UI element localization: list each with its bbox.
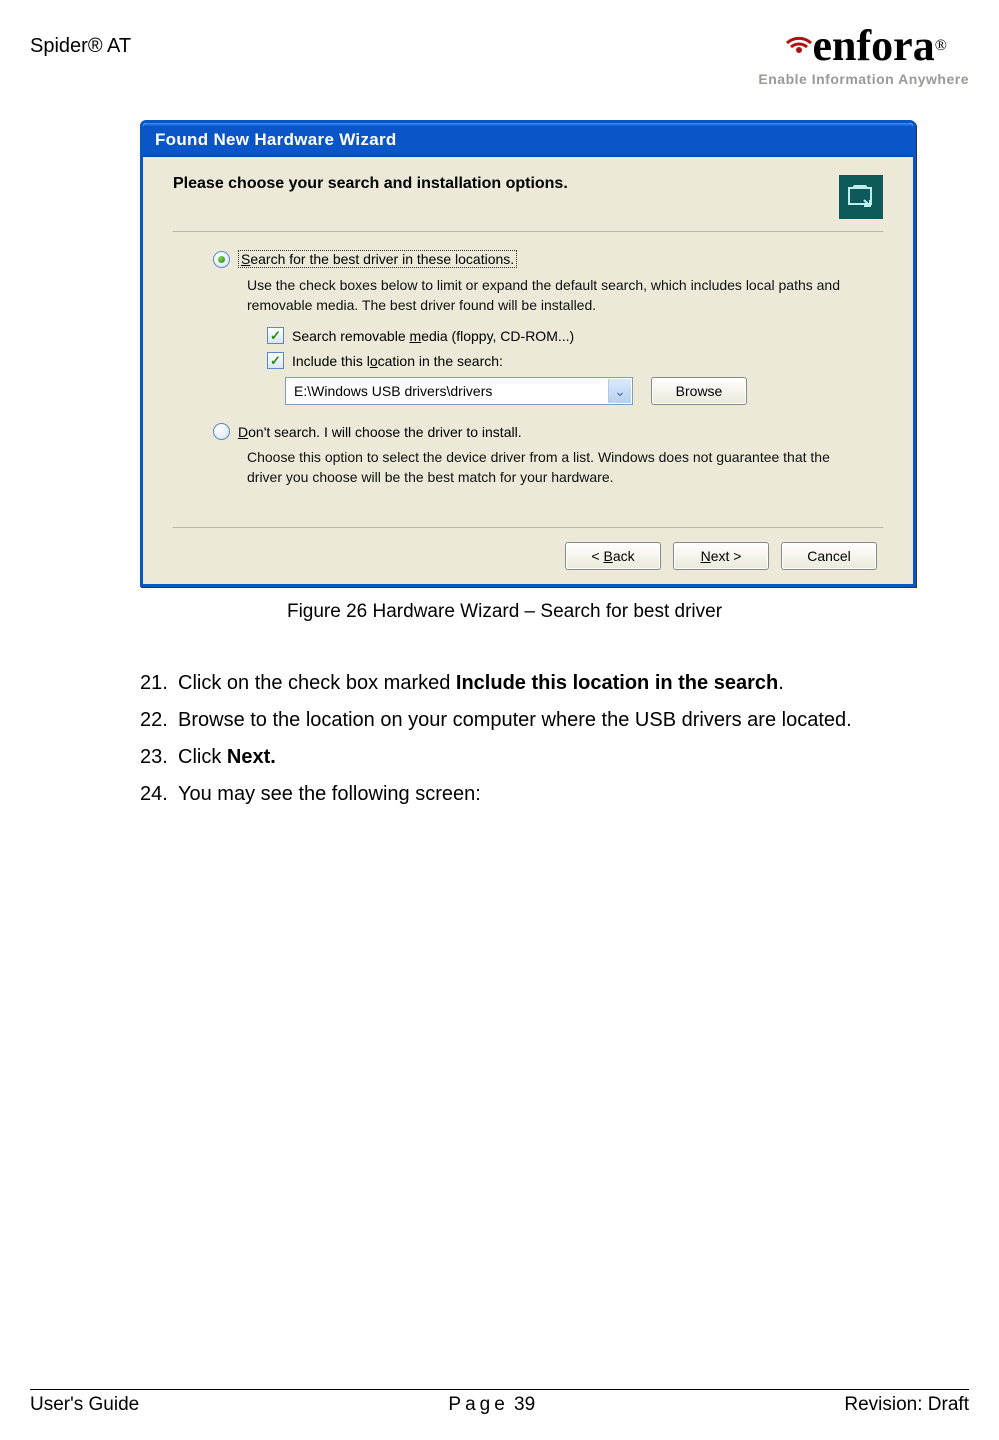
option2-description: Choose this option to select the device … bbox=[247, 448, 853, 487]
step-text: You may see the following screen: bbox=[178, 776, 481, 813]
step-text: Browse to the location on your computer … bbox=[178, 702, 852, 739]
radio-search-locations[interactable]: Search for the best driver in these loca… bbox=[213, 250, 883, 268]
company-logo: enfora® Enable Information Anywhere bbox=[758, 20, 969, 87]
dialog-titlebar: Found New Hardware Wizard bbox=[143, 123, 913, 157]
step-21: 21. Click on the check box marked Includ… bbox=[140, 665, 869, 702]
radio-icon bbox=[213, 423, 230, 440]
checkbox-removable-label: Search removable media (floppy, CD-ROM..… bbox=[292, 328, 574, 344]
instruction-steps: 21. Click on the check box marked Includ… bbox=[140, 665, 869, 813]
driver-path-value: E:\Windows USB drivers\drivers bbox=[294, 383, 492, 399]
product-name: Spider® AT bbox=[30, 20, 131, 58]
step-bold: Include this location in the search bbox=[456, 672, 778, 694]
checkbox-include-label: Include this location in the search: bbox=[292, 353, 503, 369]
step-text: Click on the check box marked bbox=[178, 672, 456, 694]
figure-caption: Figure 26 Hardware Wizard – Search for b… bbox=[140, 601, 869, 623]
radio-dont-search[interactable]: Don't search. I will choose the driver t… bbox=[213, 423, 883, 440]
logo-main: enfora® bbox=[781, 20, 947, 71]
checkbox-icon: ✓ bbox=[267, 327, 284, 344]
page-content: Found New Hardware Wizard Please choose … bbox=[30, 120, 969, 813]
page-header: Spider® AT enfora® Enable Information An… bbox=[30, 20, 969, 110]
step-23: 23. Click Next. bbox=[140, 739, 869, 776]
dialog-footer: < Back Next > Cancel bbox=[173, 527, 883, 570]
dialog-body: Please choose your search and installati… bbox=[143, 157, 913, 584]
hardware-wizard-dialog: Found New Hardware Wizard Please choose … bbox=[140, 120, 916, 587]
radio-dont-search-label: Don't search. I will choose the driver t… bbox=[238, 424, 522, 440]
page-footer: User's Guide Page 39 Revision: Draft bbox=[30, 1389, 969, 1416]
back-button[interactable]: < Back bbox=[565, 542, 661, 570]
document-page: Spider® AT enfora® Enable Information An… bbox=[0, 0, 999, 1440]
driver-path-input[interactable]: E:\Windows USB drivers\drivers ⌄ bbox=[285, 377, 633, 405]
chevron-down-icon: ⌄ bbox=[614, 383, 626, 400]
logo-tagline: Enable Information Anywhere bbox=[758, 71, 969, 87]
option1-description: Use the check boxes below to limit or ex… bbox=[247, 276, 853, 315]
checkbox-include-location[interactable]: ✓ Include this location in the search: bbox=[267, 352, 883, 369]
registered-mark: ® bbox=[935, 37, 947, 55]
footer-left: User's Guide bbox=[30, 1394, 139, 1416]
cancel-button[interactable]: Cancel bbox=[781, 542, 877, 570]
step-bold: Next. bbox=[227, 746, 276, 768]
step-number: 21. bbox=[140, 665, 178, 702]
logo-text: enfora bbox=[813, 20, 935, 71]
driver-path-row: E:\Windows USB drivers\drivers ⌄ Browse bbox=[285, 377, 883, 405]
step-24: 24. You may see the following screen: bbox=[140, 776, 869, 813]
step-text: . bbox=[778, 672, 784, 694]
footer-center: Page 39 bbox=[448, 1394, 535, 1416]
step-number: 24. bbox=[140, 776, 178, 813]
next-button[interactable]: Next > bbox=[673, 542, 769, 570]
browse-button[interactable]: Browse bbox=[651, 377, 747, 405]
step-number: 22. bbox=[140, 702, 178, 739]
wireless-icon bbox=[781, 17, 817, 68]
step-number: 23. bbox=[140, 739, 178, 776]
dialog-heading-row: Please choose your search and installati… bbox=[173, 175, 883, 232]
radio-search-label: Search for the best driver in these loca… bbox=[238, 250, 517, 268]
install-icon bbox=[839, 175, 883, 219]
checkbox-removable-media[interactable]: ✓ Search removable media (floppy, CD-ROM… bbox=[267, 327, 883, 344]
footer-right: Revision: Draft bbox=[844, 1394, 969, 1416]
step-text: Click bbox=[178, 746, 227, 768]
radio-icon bbox=[213, 251, 230, 268]
step-22: 22. Browse to the location on your compu… bbox=[140, 702, 869, 739]
dropdown-button[interactable]: ⌄ bbox=[608, 379, 631, 403]
dialog-heading: Please choose your search and installati… bbox=[173, 175, 568, 193]
checkbox-icon: ✓ bbox=[267, 352, 284, 369]
